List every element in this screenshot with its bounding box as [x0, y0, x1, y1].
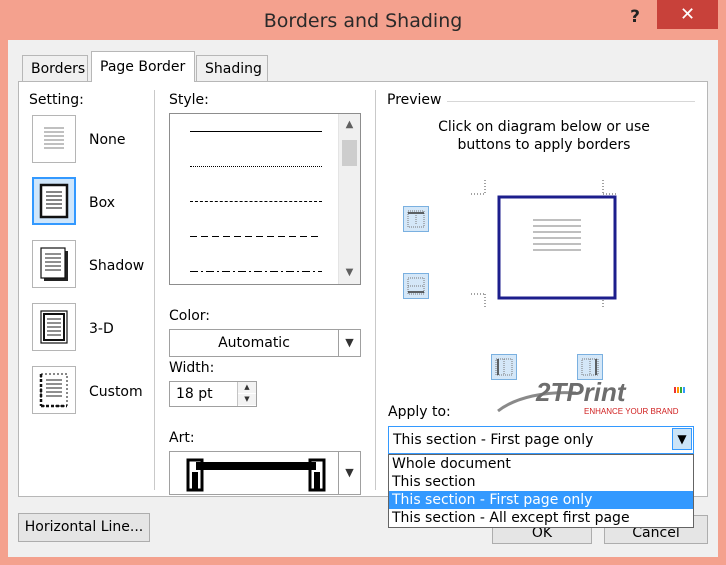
apply-to-value: This section - First page only — [393, 432, 594, 448]
line-style-dashed-long[interactable] — [190, 236, 322, 237]
preview-rule — [447, 101, 695, 102]
color-label: Color: — [169, 308, 211, 324]
preview-label: Preview — [387, 92, 442, 108]
scroll-down-icon[interactable]: ▼ — [339, 264, 360, 282]
column-divider — [375, 90, 376, 490]
preview-diagram[interactable] — [469, 178, 619, 310]
scroll-thumb[interactable] — [342, 140, 357, 166]
apply-to-label: Apply to: — [388, 404, 451, 420]
top-border-button[interactable] — [403, 206, 429, 232]
spin-down-icon[interactable]: ▼ — [238, 394, 256, 405]
color-value: Automatic — [218, 335, 290, 351]
apply-to-options-list[interactable]: Whole document This section This section… — [388, 454, 694, 528]
width-value: 18 pt — [176, 386, 213, 402]
setting-custom-icon[interactable] — [32, 366, 76, 414]
apply-option-all-except-first[interactable]: This section - All except first page — [389, 509, 693, 527]
setting-3d-icon[interactable] — [32, 303, 76, 351]
tab-borders-label: Borders — [31, 61, 86, 77]
setting-3d-label[interactable]: 3-D — [89, 321, 114, 337]
tab-shading-label: Shading — [205, 61, 262, 77]
art-border-preview-icon — [186, 458, 326, 492]
dialog-window: Borders and Shading ? ✕ Borders Page Bor… — [0, 0, 726, 565]
top-border-icon — [407, 210, 425, 228]
logo-swoosh-icon: 2TPrint ENHANCE YOUR BRAND — [497, 377, 685, 416]
setting-label: Setting: — [29, 92, 84, 108]
box-border-icon — [39, 183, 69, 219]
line-style-dash-dot[interactable] — [190, 271, 322, 272]
style-label: Style: — [169, 92, 209, 108]
chevron-down-icon[interactable]: ▼ — [338, 330, 360, 356]
title-bar: Borders and Shading ? ✕ — [0, 0, 726, 40]
setting-shadow-label[interactable]: Shadow — [89, 258, 144, 274]
chevron-down-icon[interactable]: ▼ — [672, 428, 692, 450]
setting-shadow-icon[interactable] — [32, 240, 76, 288]
svg-text:2TPrint: 2TPrint — [535, 377, 627, 407]
dialog-client-area: Borders Page Border Shading Setting: Non… — [8, 40, 718, 557]
setting-custom-label[interactable]: Custom — [89, 384, 143, 400]
custom-border-icon — [39, 373, 68, 408]
width-spin-buttons: ▲ ▼ — [237, 382, 256, 406]
left-border-icon — [495, 358, 513, 376]
bottom-border-button[interactable] — [403, 273, 429, 299]
apply-to-dropdown[interactable]: This section - First page only ▼ — [388, 426, 694, 454]
shadow-border-icon — [40, 247, 68, 281]
art-label: Art: — [169, 430, 195, 446]
brand-logo: 2TPrint ENHANCE YOUR BRAND — [496, 377, 696, 417]
dialog-title: Borders and Shading — [263, 10, 463, 32]
style-listbox[interactable]: ▲ ▼ — [169, 113, 361, 285]
3d-border-icon — [40, 310, 68, 344]
apply-option-first-page-only[interactable]: This section - First page only — [389, 491, 693, 509]
close-button[interactable]: ✕ — [657, 0, 718, 29]
page-lines-icon — [44, 127, 64, 149]
setting-box-label[interactable]: Box — [89, 195, 115, 211]
line-style-dashed-short[interactable] — [190, 201, 322, 202]
line-style-solid[interactable] — [190, 131, 322, 132]
tab-borders[interactable]: Borders — [22, 55, 88, 81]
bottom-border-icon — [407, 277, 425, 295]
chevron-down-icon[interactable]: ▼ — [338, 452, 360, 494]
svg-text:ENHANCE YOUR BRAND: ENHANCE YOUR BRAND — [584, 407, 679, 416]
style-scrollbar[interactable]: ▲ ▼ — [338, 114, 360, 284]
spin-up-icon[interactable]: ▲ — [238, 382, 256, 393]
column-divider — [154, 90, 155, 490]
page-border-panel: Setting: None Box Shadow 3-D Custom Styl… — [18, 81, 708, 497]
tab-page-border-label: Page Border — [100, 59, 186, 75]
preview-instructions-1: Click on diagram below or use — [438, 119, 650, 135]
width-label: Width: — [169, 360, 215, 376]
width-spinner[interactable]: 18 pt ▲ ▼ — [169, 381, 257, 407]
apply-option-whole-document[interactable]: Whole document — [389, 455, 693, 473]
right-border-icon — [581, 358, 599, 376]
preview-instructions-2: buttons to apply borders — [457, 137, 631, 153]
tab-shading[interactable]: Shading — [196, 55, 268, 81]
art-dropdown[interactable]: ▼ — [169, 451, 361, 495]
help-button[interactable]: ? — [622, 6, 648, 28]
color-dropdown[interactable]: Automatic ▼ — [169, 329, 361, 357]
line-style-dotted[interactable] — [190, 166, 322, 167]
preview-page-border — [497, 195, 617, 300]
scroll-up-icon[interactable]: ▲ — [339, 116, 360, 134]
setting-none-label[interactable]: None — [89, 132, 126, 148]
apply-option-this-section[interactable]: This section — [389, 473, 693, 491]
setting-box-icon[interactable] — [32, 177, 76, 225]
tab-page-border[interactable]: Page Border — [91, 51, 195, 82]
horizontal-line-button[interactable]: Horizontal Line... — [18, 513, 150, 542]
setting-none-icon[interactable] — [32, 115, 76, 163]
